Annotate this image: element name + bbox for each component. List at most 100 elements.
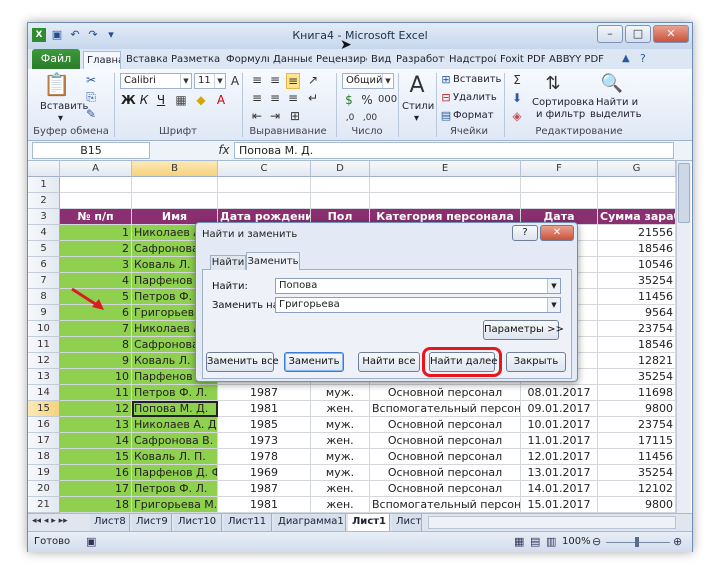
- table-cell[interactable]: Основной персонал: [370, 465, 521, 481]
- table-cell[interactable]: 09.01.2017: [521, 401, 598, 417]
- column-header-G[interactable]: G: [598, 161, 676, 177]
- table-cell[interactable]: 1985: [218, 417, 311, 433]
- wrap-text-icon[interactable]: ↵: [306, 91, 320, 105]
- align-right-icon[interactable]: ≡: [286, 91, 300, 105]
- table-cell[interactable]: 35254: [598, 465, 676, 481]
- options-button[interactable]: Параметры >>: [483, 320, 564, 340]
- formula-input[interactable]: Попова М. Д.: [234, 142, 674, 159]
- find-select-label-1[interactable]: Найти и: [596, 97, 638, 109]
- tab-insert[interactable]: Вставка: [123, 51, 167, 69]
- table-cell[interactable]: 12821: [598, 353, 676, 369]
- row-header[interactable]: 15: [28, 401, 60, 417]
- table-cell[interactable]: 35254: [598, 273, 676, 289]
- sort-filter-icon[interactable]: ⇅: [540, 73, 566, 95]
- format-cells-label[interactable]: Формат: [453, 110, 494, 122]
- insert-cells-icon[interactable]: ⊞: [440, 73, 452, 87]
- table-cell[interactable]: 1987: [218, 481, 311, 497]
- horizontal-scrollbar[interactable]: [428, 516, 676, 529]
- table-cell[interactable]: 18546: [598, 241, 676, 257]
- empty-cell[interactable]: [521, 177, 598, 193]
- sort-filter-label-1[interactable]: Сортировка: [532, 97, 594, 109]
- table-cell[interactable]: 9800: [598, 401, 676, 417]
- decrease-indent-icon[interactable]: ⇤: [250, 109, 264, 123]
- replace-button[interactable]: Заменить: [284, 352, 344, 372]
- font-name-combo[interactable]: Calibri ▼: [120, 73, 192, 89]
- styles-dropdown-icon[interactable]: ▾: [414, 113, 419, 125]
- italic-button[interactable]: К: [138, 93, 150, 107]
- underline-button[interactable]: Ч: [155, 93, 167, 107]
- percent-icon[interactable]: %: [360, 93, 374, 107]
- row-header[interactable]: 4: [28, 225, 60, 241]
- row-header[interactable]: 1: [28, 177, 60, 193]
- table-cell[interactable]: 15.01.2017: [521, 497, 598, 513]
- table-cell[interactable]: 3: [60, 257, 132, 273]
- row-header[interactable]: 7: [28, 273, 60, 289]
- row-header[interactable]: 17: [28, 433, 60, 449]
- table-cell[interactable]: 11456: [598, 449, 676, 465]
- table-cell[interactable]: жен.: [311, 481, 370, 497]
- sheet-tab[interactable]: Лист10: [174, 514, 222, 531]
- sheet-tab[interactable]: Лист8: [90, 514, 130, 531]
- row-header[interactable]: 2: [28, 193, 60, 209]
- row-header[interactable]: 20: [28, 481, 60, 497]
- table-cell[interactable]: 14: [60, 433, 132, 449]
- table-cell[interactable]: Григорьева М. Д.: [132, 497, 218, 513]
- tab-replace[interactable]: Заменить: [246, 252, 300, 270]
- table-cell[interactable]: Вспомогательный персонал: [370, 497, 521, 513]
- empty-cell[interactable]: [311, 193, 370, 209]
- help-icon[interactable]: ?: [640, 52, 646, 65]
- styles-icon[interactable]: A: [402, 73, 432, 99]
- sheet-tab-active[interactable]: Лист1: [348, 514, 390, 531]
- close-window-button[interactable]: ✕: [653, 25, 689, 43]
- table-cell[interactable]: 23754: [598, 321, 676, 337]
- table-cell[interactable]: жен.: [311, 497, 370, 513]
- table-cell[interactable]: 08.01.2017: [521, 385, 598, 401]
- row-header[interactable]: 12: [28, 353, 60, 369]
- empty-cell[interactable]: [60, 193, 132, 209]
- table-cell[interactable]: 16: [60, 465, 132, 481]
- table-cell[interactable]: жен.: [311, 401, 370, 417]
- active-cell[interactable]: Попова М. Д.: [132, 401, 218, 417]
- table-cell[interactable]: Коваль Л. П.: [132, 449, 218, 465]
- align-top-icon[interactable]: ≡: [250, 73, 264, 87]
- table-cell[interactable]: 10546: [598, 257, 676, 273]
- name-box[interactable]: B15: [32, 142, 150, 159]
- table-cell[interactable]: муж.: [311, 449, 370, 465]
- row-header[interactable]: 5: [28, 241, 60, 257]
- table-cell[interactable]: муж.: [311, 465, 370, 481]
- table-cell[interactable]: Николаев А. Д.: [132, 417, 218, 433]
- table-cell[interactable]: 9: [60, 353, 132, 369]
- page-break-view-icon[interactable]: ▥: [546, 535, 556, 548]
- find-all-button[interactable]: Найти все: [358, 352, 420, 372]
- dialog-close-x-button[interactable]: ✕: [540, 225, 574, 241]
- find-what-input[interactable]: Попова ▼: [275, 278, 561, 294]
- table-cell[interactable]: 14.01.2017: [521, 481, 598, 497]
- table-cell[interactable]: 9564: [598, 305, 676, 321]
- table-cell[interactable]: Основной персонал: [370, 481, 521, 497]
- table-cell[interactable]: муж.: [311, 385, 370, 401]
- merge-cells-icon[interactable]: ⊞: [288, 109, 302, 123]
- delete-cells-icon[interactable]: ⊟: [440, 91, 452, 105]
- table-cell[interactable]: 1973: [218, 433, 311, 449]
- zoom-in-icon[interactable]: ⊕: [673, 535, 682, 548]
- tab-view[interactable]: Вид: [368, 51, 392, 69]
- table-header-cell[interactable]: Сумма заработной: [598, 209, 676, 225]
- currency-icon[interactable]: $: [342, 93, 356, 107]
- tab-data[interactable]: Данные: [270, 51, 312, 69]
- table-cell[interactable]: 15: [60, 449, 132, 465]
- table-cell[interactable]: 11: [60, 385, 132, 401]
- table-cell[interactable]: Сафронова В. М.: [132, 433, 218, 449]
- find-next-button[interactable]: Найти далее: [429, 352, 497, 372]
- empty-cell[interactable]: [521, 193, 598, 209]
- table-cell[interactable]: 21556: [598, 225, 676, 241]
- table-cell[interactable]: 8: [60, 337, 132, 353]
- table-cell[interactable]: 1978: [218, 449, 311, 465]
- comma-style-icon[interactable]: 000: [378, 93, 397, 107]
- fill-icon[interactable]: ⬇: [510, 91, 524, 105]
- format-painter-icon[interactable]: ✎: [84, 107, 98, 121]
- sheet-tab[interactable]: Лист: [392, 514, 422, 531]
- table-cell[interactable]: 10: [60, 369, 132, 385]
- cut-icon[interactable]: ✂: [84, 73, 98, 87]
- increase-indent-icon[interactable]: ⇥: [268, 109, 282, 123]
- table-cell[interactable]: 12: [60, 401, 132, 417]
